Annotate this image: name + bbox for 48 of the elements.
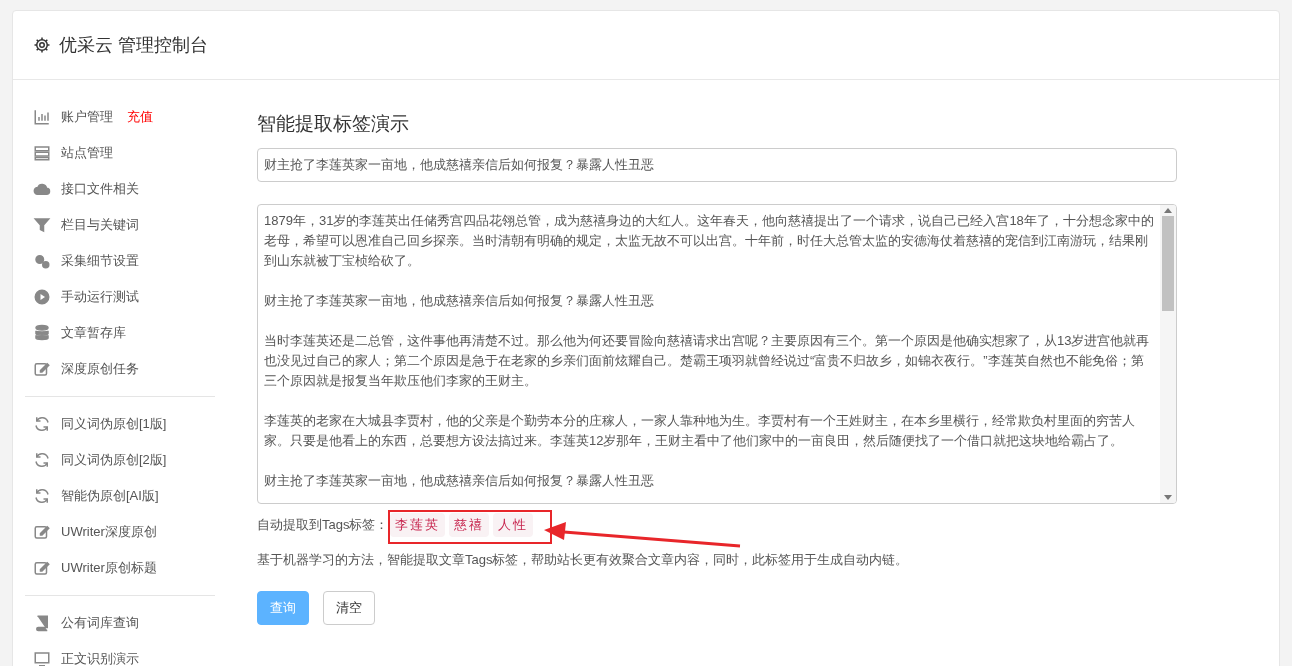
refresh-icon	[33, 451, 51, 469]
description-text: 基于机器学习的方法，智能提取文章Tags标签，帮助站长更有效聚合文章内容，同时，此标签用于生成自动内链。	[257, 551, 910, 569]
sidebar-item[interactable]: UWriter原创标题	[33, 550, 235, 586]
content-paragraph: 财主抢了李莲英家一亩地，他成慈禧亲信后如何报复？暴露人性丑恶	[264, 472, 655, 490]
database-icon	[33, 324, 51, 342]
sidebar-item[interactable]: 站点管理	[33, 135, 235, 171]
sidebar-item[interactable]: 同义词伪原创[1版]	[33, 406, 235, 442]
sidebar-item[interactable]: 接口文件相关	[33, 171, 235, 207]
content-paragraph: 1879年，31岁的李莲英出任储秀宫四品花翎总管，成为慈禧身边的大红人。这年春天，他向慈禧提出了一个请求，说自己已经入宫18年了，十分想念家中的老母，希望可以恩准自己回乡探亲。当时清朝有明确的规定，太监无故不可以出宫。十年前，时任大总管太监的安德海仗着慈禧的宠信到江南游玩，结果刚到山东就被丁宝桢给砍了。	[264, 212, 1154, 270]
tag: 慈禧	[449, 513, 490, 537]
sidebar-item[interactable]: 采集细节设置	[33, 243, 235, 279]
console-title: 优采云 管理控制台	[59, 33, 208, 57]
edit-icon	[33, 360, 51, 378]
settings-icon	[33, 36, 51, 54]
refresh-icon	[33, 415, 51, 433]
content-paragraph: 李莲英的老家在大城县李贾村，他的父亲是个勤劳本分的庄稼人，一家人靠种地为生。李贾村有一个王姓财主，在本乡里横行，经常欺负村里面的穷苦人家。只要是他看上的东西，总要想方设法搞过来。李莲英12岁那年，王财主看中了他们家中的一亩良田，然后随便找了一个借口就把这块地给霸占了。	[264, 412, 1136, 450]
server-icon	[33, 144, 51, 162]
tag: 李莲英	[390, 513, 446, 537]
clear-button[interactable]: 清空	[323, 590, 375, 625]
content-textarea[interactable]	[257, 204, 1177, 504]
refresh-icon	[33, 487, 51, 505]
sidebar-item[interactable]: 文章暂存库	[33, 315, 235, 351]
tag: 人性	[493, 513, 534, 537]
sidebar-item[interactable]: 同义词伪原创[2版]	[33, 442, 235, 478]
content-paragraph: 当时李莲英还是二总管，这件事他再清楚不过。那么他为何还要冒险向慈禧请求出宫呢？主要原因有三个。第一个原因是他确实想家了，从13岁进宫他就再也没见过自己的家人；第二个原因是急于在老家的乡亲们面前炫耀自己。楚霸王项羽就曾经说过“富贵不归故乡，如锦衣夜行。”李莲英自然也不能免俗；第三个原因就是报复当年欺压他们李家的王财主。	[264, 332, 1151, 390]
edit-icon	[33, 559, 51, 577]
sidebar-item[interactable]: 智能伪原创[AI版]	[33, 478, 235, 514]
content-paragraph: 财主抢了李莲英家一亩地，他成慈禧亲信后如何报复？暴露人性丑恶	[264, 292, 655, 310]
sidebar-label: 账户管理	[61, 108, 113, 127]
sidebar-item[interactable]: 深度原创任务	[33, 351, 235, 387]
filter-icon	[33, 216, 51, 234]
scroll-up-icon[interactable]	[1164, 208, 1172, 213]
scroll-thumb[interactable]	[1162, 216, 1174, 311]
edit-icon	[33, 523, 51, 541]
sidebar-item[interactable]: 栏目与关键词	[33, 207, 235, 243]
sidebar-item[interactable]: 手动运行测试	[33, 279, 235, 315]
sidebar-item[interactable]: 公有词库查询	[33, 605, 235, 641]
sidebar-item[interactable]: 正文识别演示	[33, 641, 235, 666]
title-field[interactable]: 财主抢了李莲英家一亩地，他成慈禧亲信后如何报复？暴露人性丑恶	[257, 148, 1177, 182]
sidebar-item[interactable]: UWriter深度原创	[33, 514, 235, 550]
scroll-down-icon[interactable]	[1164, 495, 1172, 500]
play-icon	[33, 288, 51, 306]
tags-label: 自动提取到Tags标签：	[257, 516, 389, 535]
bar-chart-icon	[33, 108, 51, 126]
monitor-icon	[33, 650, 51, 666]
recharge-link[interactable]: 充值	[127, 107, 153, 127]
page-heading: 智能提取标签演示	[257, 112, 410, 136]
scrollbar[interactable]	[1160, 205, 1176, 503]
